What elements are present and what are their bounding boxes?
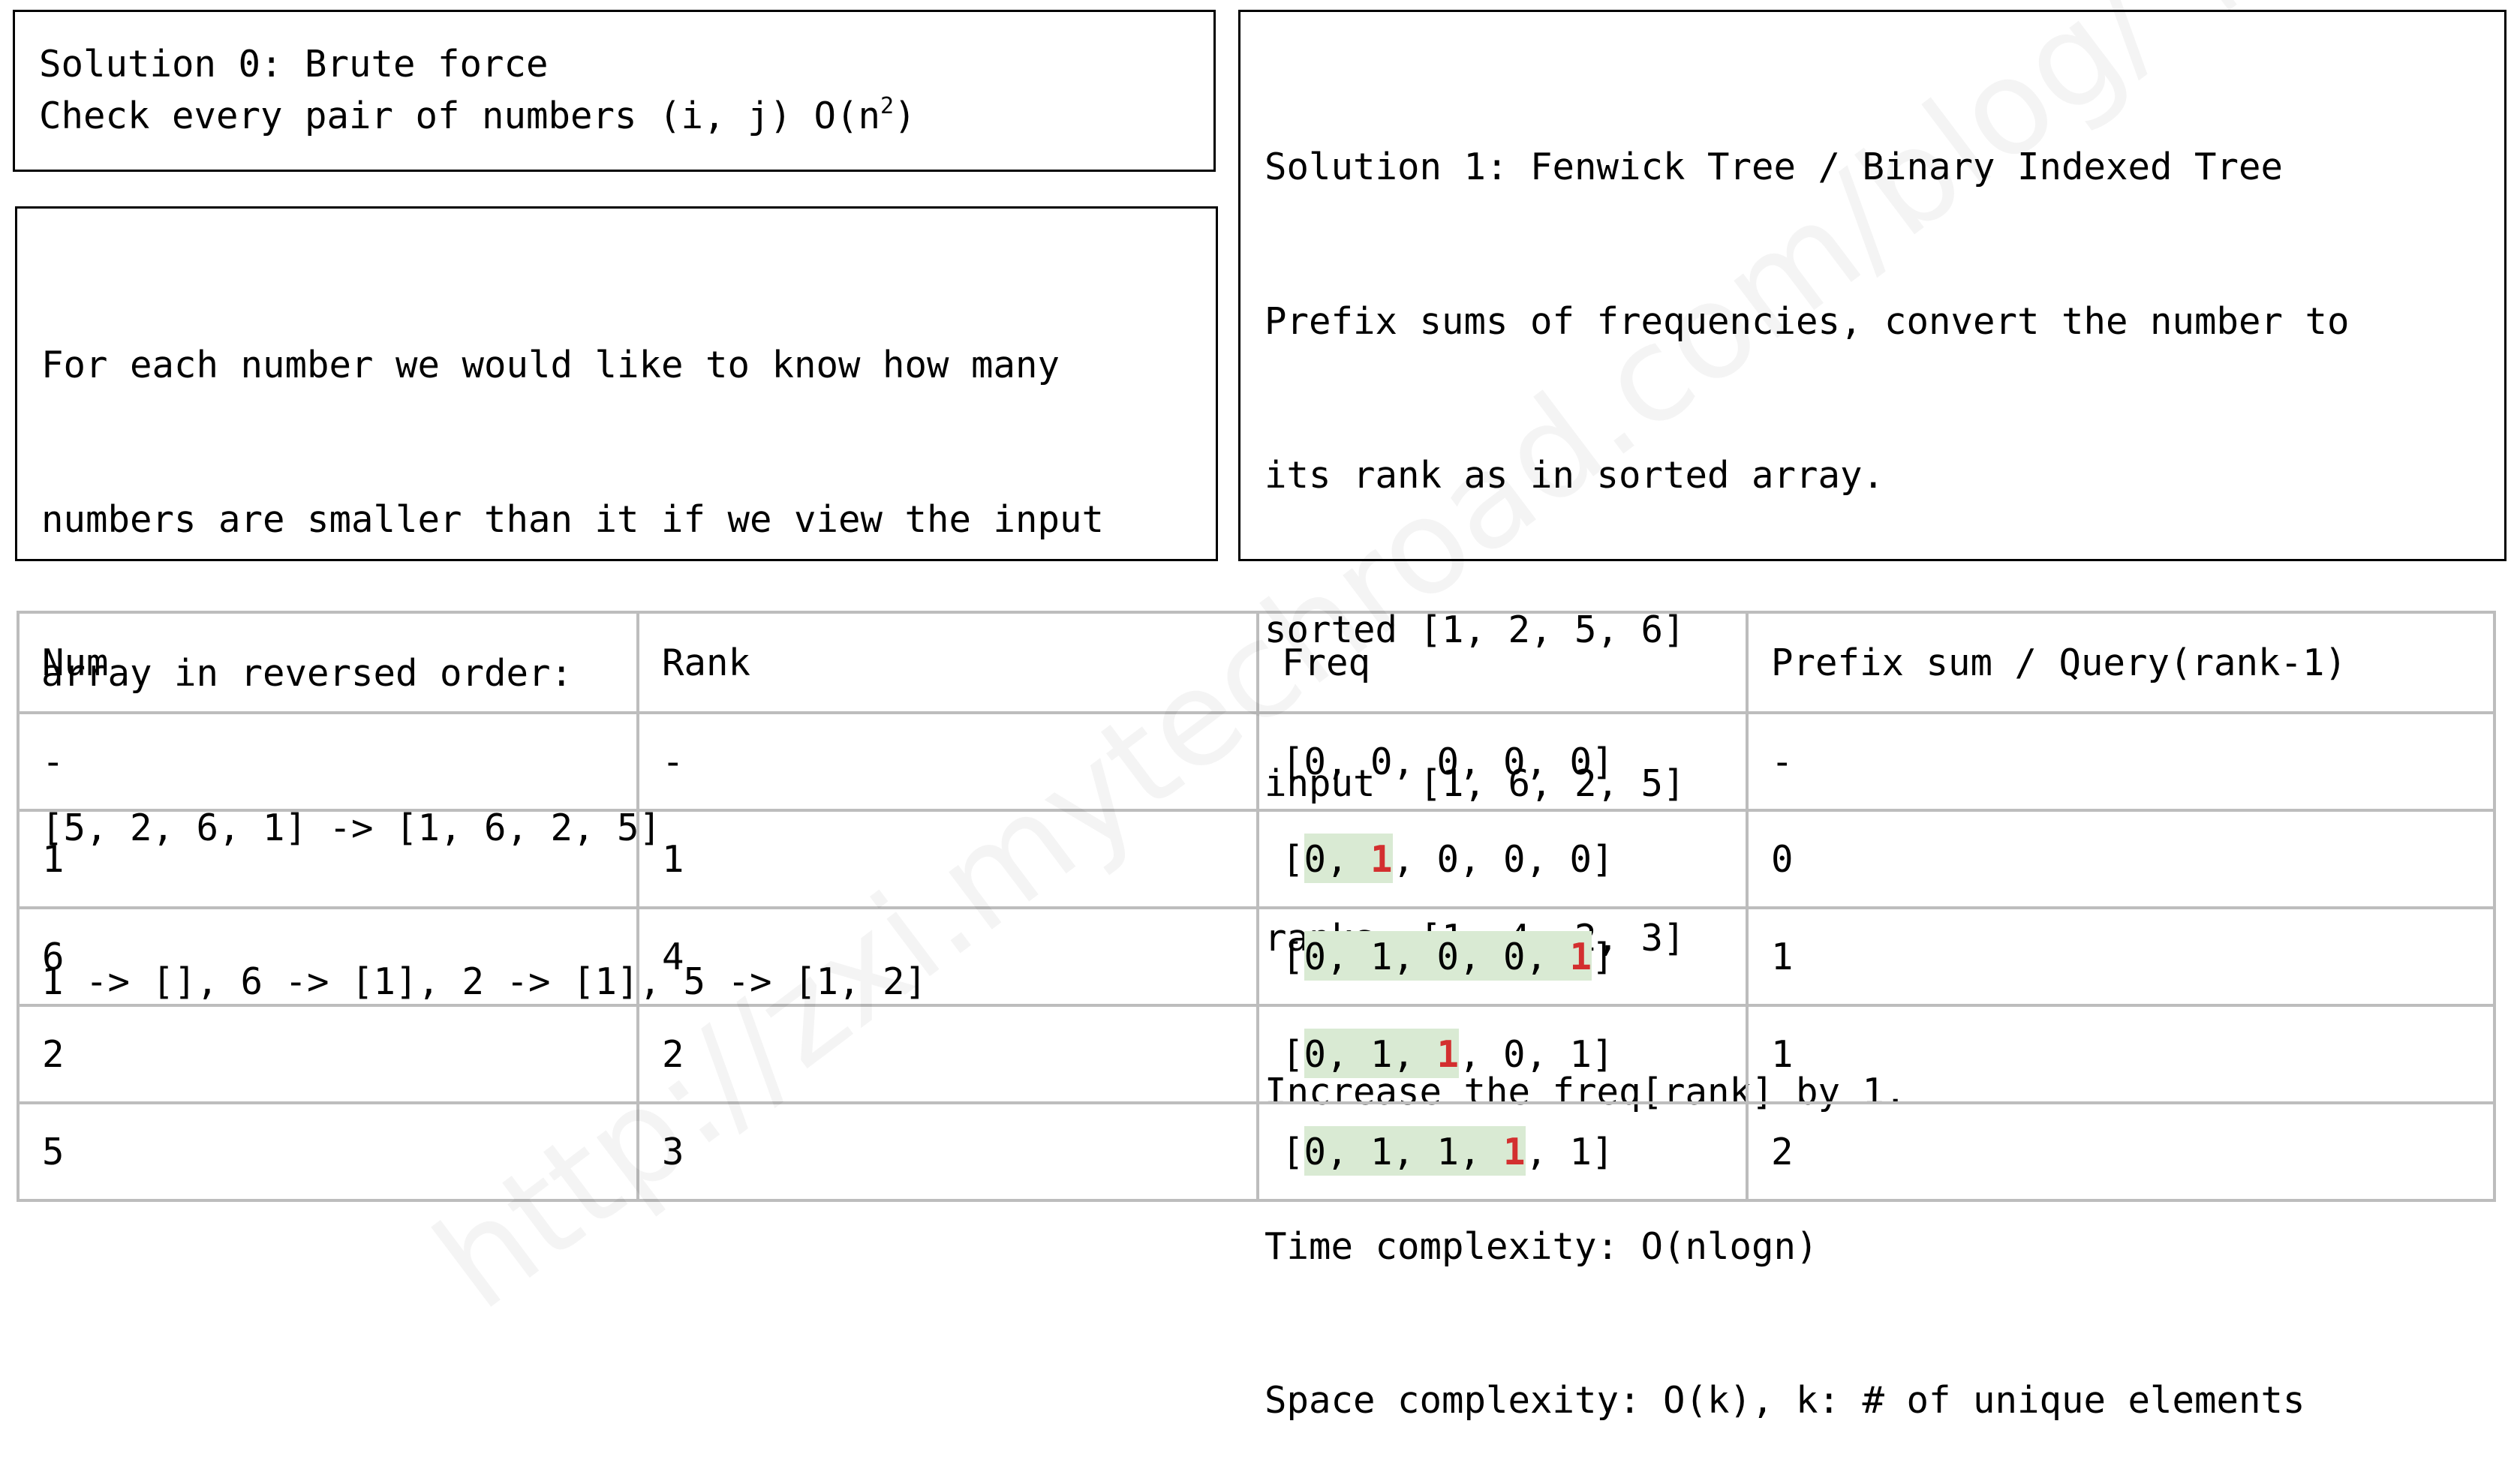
cell-rank: 2 <box>636 1004 1259 1104</box>
cell-prefix: 1 <box>1746 1004 2496 1104</box>
solution-0-box: Solution 0: Brute force Check every pair … <box>13 10 1216 172</box>
header-num: Num <box>17 611 639 714</box>
freq-values-rest: , 1] <box>1525 1130 1614 1173</box>
cell-freq: [0, 1, 1, 1, 1] <box>1256 1101 1749 1202</box>
table-row: 2 2 [0, 1, 1, 0, 1] 1 <box>17 1004 2496 1104</box>
fenwick-table: Num Rank Freq Prefix sum / Query(rank-1)… <box>17 611 2496 1202</box>
freq-incremented: 1 <box>1569 935 1592 978</box>
solution-1-line: Time complexity: O(nlogn) <box>1265 1224 1818 1268</box>
freq-incremented: 1 <box>1436 1032 1460 1076</box>
solution-1-line: Space complexity: O(k), k: # of unique e… <box>1265 1379 2305 1422</box>
cell-num: 6 <box>17 906 639 1007</box>
cell-freq: [0, 1, 0, 0, 1] <box>1256 906 1749 1007</box>
description-line: For each number we would like to know ho… <box>41 344 1060 386</box>
cell-rank: 1 <box>636 809 1259 909</box>
cell-freq: [0, 0, 0, 0, 0] <box>1256 711 1749 812</box>
cell-num: 2 <box>17 1004 639 1104</box>
table-header-row: Num Rank Freq Prefix sum / Query(rank-1) <box>17 611 2496 714</box>
freq-values-rest: , 0, 1] <box>1459 1032 1614 1076</box>
description-line: numbers are smaller than it if we view t… <box>41 497 1105 541</box>
cell-prefix: - <box>1746 711 2496 812</box>
cell-rank: - <box>636 711 1259 812</box>
cell-freq: [0, 1, 0, 0, 0] <box>1256 809 1749 909</box>
header-rank: Rank <box>636 611 1259 714</box>
cell-num: 5 <box>17 1101 639 1202</box>
freq-array: [0, 1, 1, 0, 1] <box>1282 1028 1614 1078</box>
solution-0-detail-text: Check every pair of numbers (i, j) O(n <box>39 94 881 137</box>
freq-incremented: 1 <box>1503 1130 1526 1173</box>
freq-array: [0, 1, 0, 0, 1] <box>1282 930 1614 981</box>
cell-num: 1 <box>17 809 639 909</box>
cell-prefix: 1 <box>1746 906 2496 1007</box>
solution-0-title: Solution 0: Brute force <box>39 43 549 86</box>
table-row: 1 1 [0, 1, 0, 0, 0] 0 <box>17 809 2496 909</box>
freq-values: [0, 0, 0, 0, 0] <box>1282 740 1614 783</box>
freq-values: [0, 1, 1, <box>1282 1130 1504 1173</box>
solution-1-line: Prefix sums of frequencies, convert the … <box>1265 299 2350 343</box>
freq-array: [0, 1, 0, 0, 0] <box>1282 833 1614 883</box>
solution-0-detail: Check every pair of numbers (i, j) O(n2) <box>39 91 1213 143</box>
freq-array: [0, 0, 0, 0, 0] <box>1282 741 1614 783</box>
table-row: 6 4 [0, 1, 0, 0, 1] 1 <box>17 906 2496 1007</box>
cell-num: - <box>17 711 639 812</box>
freq-incremented: 1 <box>1370 837 1393 881</box>
cell-rank: 3 <box>636 1101 1259 1202</box>
cell-freq: [0, 1, 1, 0, 1] <box>1256 1004 1749 1104</box>
freq-array: [0, 1, 1, 1, 1] <box>1282 1125 1614 1176</box>
solution-1-line: its rank as in sorted array. <box>1265 454 1885 497</box>
cell-rank: 4 <box>636 906 1259 1007</box>
solution-1-box: Solution 1: Fenwick Tree / Binary Indexe… <box>1238 10 2506 1422</box>
solution-0-detail-close: ) <box>894 94 916 137</box>
cell-prefix: 2 <box>1746 1101 2496 1202</box>
table-row: - - [0, 0, 0, 0, 0] - <box>17 711 2496 812</box>
header-prefix-sum: Prefix sum / Query(rank-1) <box>1746 611 2496 714</box>
freq-values: [0, 1, 0, 0, <box>1282 935 1570 978</box>
description-box: For each number we would like to know ho… <box>15 206 1218 1003</box>
header-freq: Freq <box>1256 611 1749 714</box>
freq-values-rest: ] <box>1592 935 1614 978</box>
freq-values: [0, 1, <box>1282 1032 1437 1076</box>
solution-1-title: Solution 1: Fenwick Tree / Binary Indexe… <box>1265 146 2284 188</box>
table-row: 5 3 [0, 1, 1, 1, 1] 2 <box>17 1101 2496 1202</box>
freq-values: [0, <box>1282 837 1371 881</box>
exponent: 2 <box>880 92 895 119</box>
freq-values-rest: , 0, 0, 0] <box>1392 837 1614 881</box>
cell-prefix: 0 <box>1746 809 2496 909</box>
